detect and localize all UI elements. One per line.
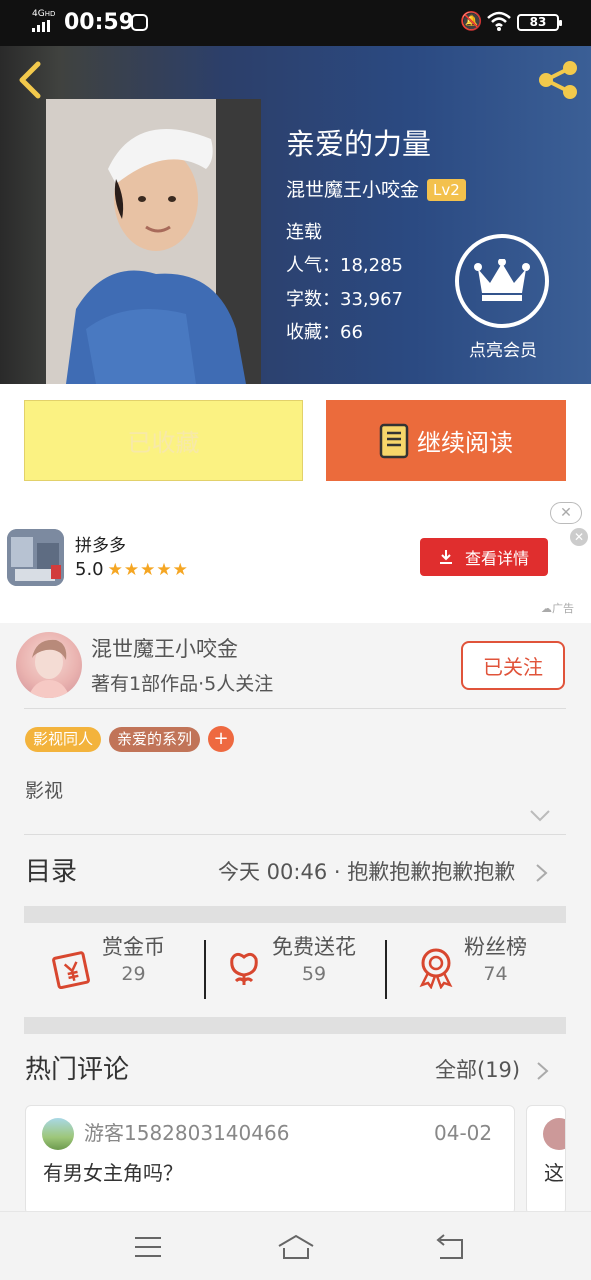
close-icon[interactable]: ✕ (570, 528, 588, 546)
ad-details-label: 查看详情 (464, 549, 529, 568)
author-name[interactable]: 混世魔王小咬金 (91, 635, 238, 663)
toc-title[interactable]: 目录 (25, 855, 77, 889)
add-tag-icon[interactable]: + (208, 726, 235, 752)
favorite-label: 已收藏 (127, 429, 200, 457)
commenter-avatar (42, 1118, 74, 1150)
system-nav-bar (0, 1211, 591, 1280)
book-author[interactable]: 混世魔王小咬金 (286, 177, 419, 203)
comment-card[interactable]: 游客1582803140466 04-02 有男女主角吗？ (25, 1105, 515, 1215)
back-icon[interactable] (430, 1232, 470, 1262)
ad-banner[interactable]: ✕ 拼多多 5.0 ★★★★★ 查看详情 ✕ ☁广告 (0, 497, 591, 623)
chevron-right-icon[interactable] (534, 863, 550, 883)
vip-button[interactable]: 点亮会员 (455, 234, 551, 362)
share-icon[interactable] (534, 56, 582, 104)
chevron-down-icon[interactable] (529, 809, 551, 823)
ad-rating: 5.0 (75, 559, 104, 580)
fan-ranking[interactable]: 粉丝榜 74 (414, 933, 527, 1023)
category: 影视 (25, 780, 64, 802)
commenter-avatar (543, 1118, 565, 1150)
continue-reading-label: 继续阅读 (417, 429, 513, 457)
chevron-right-icon[interactable] (536, 1061, 550, 1081)
signal-icon (32, 20, 50, 32)
red-envelope-icon (52, 951, 90, 989)
tag-list: 影视同人 亲爱的系列 + (25, 726, 235, 752)
app-notification-icon (131, 14, 148, 31)
comment-card[interactable]: 这 (526, 1105, 566, 1215)
stat-label: 粉丝榜 (464, 935, 527, 959)
serial-status: 连载 (286, 222, 322, 243)
stat-value: 29 (121, 963, 146, 985)
favorite-count: 收藏：66 (286, 322, 363, 343)
mute-icon: 🔕 (460, 11, 483, 32)
divider (24, 834, 566, 835)
book-author-row[interactable]: 混世魔王小咬金 Lv2 (286, 177, 466, 203)
toc-latest-chapter[interactable]: 今天 00:46 · 抱歉抱歉抱歉抱歉 (218, 858, 518, 886)
continue-reading-button[interactable]: 继续阅读 (326, 400, 566, 481)
book-header: 亲爱的力量 混世魔王小咬金 Lv2 连载 人气：18,285 字数：33,967… (0, 46, 591, 384)
hot-comments-title: 热门评论 (25, 1055, 130, 1085)
comment-text: 有男女主角吗？ (43, 1161, 183, 1185)
stat-value: 59 (301, 963, 327, 985)
follow-button[interactable]: 已关注 (461, 641, 565, 690)
divider (204, 940, 206, 999)
tag[interactable]: 影视同人 (25, 726, 102, 752)
download-icon (439, 550, 452, 564)
comment-date: 04-02 (434, 1121, 493, 1145)
level-badge: Lv2 (427, 179, 466, 201)
book-icon (379, 423, 409, 458)
section-separator (24, 906, 566, 923)
ad-details-button[interactable]: 查看详情 (420, 538, 548, 576)
popularity: 人气：18,285 (286, 255, 403, 276)
favorite-button[interactable]: 已收藏 (24, 400, 303, 481)
clock: 00:59 (64, 10, 135, 35)
ad-app-name: 拼多多 (75, 536, 126, 556)
stat-value: 74 (483, 963, 508, 985)
battery-icon: 83 (517, 14, 562, 31)
commenter-name: 游客1582803140466 (84, 1121, 290, 1145)
crown-icon (455, 234, 549, 328)
free-flowers[interactable]: 免费送花 59 (222, 933, 356, 1023)
section-separator (24, 1017, 566, 1034)
flower-icon (230, 952, 258, 985)
word-count: 字数：33,967 (286, 289, 403, 310)
follow-label: 已关注 (483, 655, 543, 679)
ad-app-icon[interactable] (7, 529, 64, 586)
status-bar: 4GHD 00:59 🔕 83 (0, 0, 591, 46)
stat-label: 免费送花 (272, 935, 356, 959)
book-info-section: 混世魔王小咬金 著有1部作品·5人关注 已关注 影视同人 亲爱的系列 + 影视 … (0, 623, 591, 1215)
book-cover[interactable] (46, 99, 261, 384)
cover-image (46, 99, 261, 384)
network-indicator: 4GHD (32, 9, 56, 19)
vip-label: 点亮会员 (469, 341, 537, 361)
back-icon[interactable] (14, 58, 48, 102)
comment-text: 这 (544, 1161, 564, 1185)
author-summary: 著有1部作品·5人关注 (91, 673, 274, 695)
medal-icon (419, 948, 453, 989)
divider (24, 708, 566, 709)
author-avatar[interactable] (16, 632, 82, 698)
tag[interactable]: 亲爱的系列 (109, 726, 201, 752)
divider (385, 940, 387, 999)
menu-icon[interactable] (128, 1232, 168, 1262)
action-bar: 已收藏 继续阅读 (0, 384, 591, 497)
book-title: 亲爱的力量 (286, 127, 432, 161)
home-icon[interactable] (276, 1232, 316, 1262)
wifi-icon (487, 11, 511, 31)
reward-coins[interactable]: 赏金币 29 (52, 933, 165, 1023)
ad-mark: ☁广告 (541, 602, 574, 615)
all-comments-link[interactable]: 全部(19) (435, 1056, 520, 1084)
stat-label: 赏金币 (102, 935, 165, 959)
ad-rating-row: 5.0 ★★★★★ (75, 559, 189, 580)
ad-dismiss-icon[interactable]: ✕ (550, 502, 582, 524)
star-rating-icon: ★★★★★ (107, 559, 189, 580)
